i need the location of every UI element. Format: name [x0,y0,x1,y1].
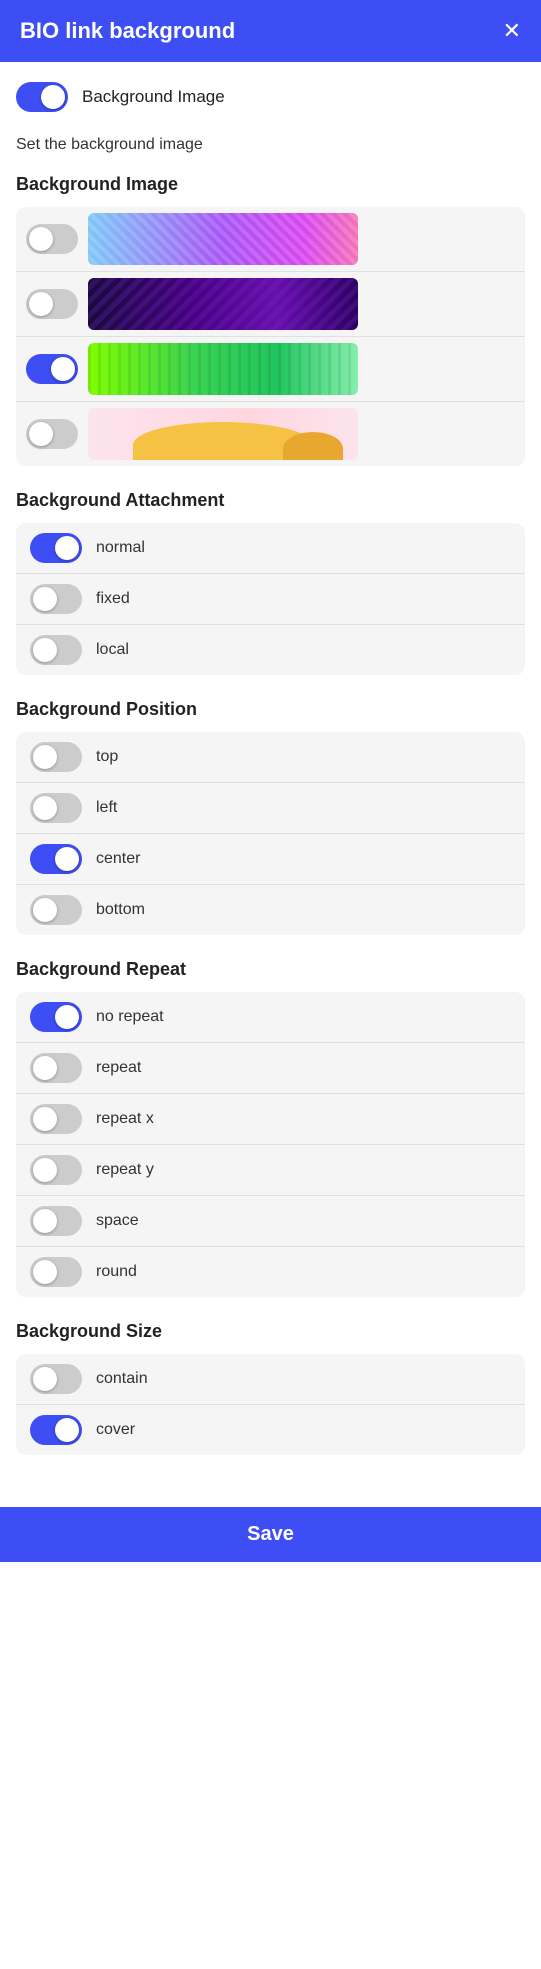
image-preview-1 [88,213,358,265]
background-repeat-heading: Background Repeat [16,959,525,980]
background-position-group: top left center bottom [16,732,525,935]
section-subtitle: Set the background image [16,136,525,154]
background-image-heading: Background Image [16,174,525,195]
repeat-space-label: space [96,1212,139,1230]
background-size-heading: Background Size [16,1321,525,1342]
page-title: BIO link background [20,18,235,44]
image-options-group [16,207,525,466]
image-option-3[interactable] [16,337,525,402]
repeat-round-toggle[interactable] [30,1257,82,1287]
image-1-toggle[interactable] [26,224,78,254]
background-size-group: contain cover [16,1354,525,1455]
position-option-bottom[interactable]: bottom [16,885,525,935]
position-top-label: top [96,748,118,766]
position-left-label: left [96,799,117,817]
attachment-local-toggle[interactable] [30,635,82,665]
position-center-toggle[interactable] [30,844,82,874]
image-4-toggle[interactable] [26,419,78,449]
size-option-cover[interactable]: cover [16,1405,525,1455]
repeat-repeat-y-toggle[interactable] [30,1155,82,1185]
attachment-fixed-label: fixed [96,590,130,608]
repeat-no-repeat-toggle[interactable] [30,1002,82,1032]
repeat-repeat-toggle[interactable] [30,1053,82,1083]
save-bar: Save [0,1507,541,1562]
position-option-top[interactable]: top [16,732,525,783]
image-preview-4 [88,408,358,460]
repeat-repeat-x-label: repeat x [96,1110,154,1128]
size-option-contain[interactable]: contain [16,1354,525,1405]
attachment-option-local[interactable]: local [16,625,525,675]
image-option-2[interactable] [16,272,525,337]
background-image-toggle-label: Background Image [82,87,225,107]
image-3-toggle[interactable] [26,354,78,384]
attachment-fixed-toggle[interactable] [30,584,82,614]
position-center-label: center [96,850,140,868]
size-cover-label: cover [96,1421,135,1439]
attachment-normal-toggle[interactable] [30,533,82,563]
background-attachment-heading: Background Attachment [16,490,525,511]
repeat-no-repeat-label: no repeat [96,1008,164,1026]
background-image-toggle-row: Background Image [16,82,525,112]
image-preview-2 [88,278,358,330]
repeat-space-toggle[interactable] [30,1206,82,1236]
repeat-repeat-x-toggle[interactable] [30,1104,82,1134]
repeat-repeat-label: repeat [96,1059,141,1077]
position-left-toggle[interactable] [30,793,82,823]
size-contain-label: contain [96,1370,148,1388]
position-top-toggle[interactable] [30,742,82,772]
repeat-option-repeat-y[interactable]: repeat y [16,1145,525,1196]
repeat-option-no-repeat[interactable]: no repeat [16,992,525,1043]
position-option-center[interactable]: center [16,834,525,885]
background-repeat-group: no repeat repeat repeat x repeat y space [16,992,525,1297]
attachment-option-fixed[interactable]: fixed [16,574,525,625]
image-option-1[interactable] [16,207,525,272]
image-option-4[interactable] [16,402,525,466]
image-preview-3 [88,343,358,395]
repeat-option-repeat-x[interactable]: repeat x [16,1094,525,1145]
repeat-option-round[interactable]: round [16,1247,525,1297]
attachment-normal-label: normal [96,539,145,557]
repeat-option-repeat[interactable]: repeat [16,1043,525,1094]
attachment-local-label: local [96,641,129,659]
size-contain-toggle[interactable] [30,1364,82,1394]
header: BIO link background ✕ [0,0,541,62]
img-4-shape [133,422,313,460]
size-cover-toggle[interactable] [30,1415,82,1445]
image-2-toggle[interactable] [26,289,78,319]
repeat-option-space[interactable]: space [16,1196,525,1247]
attachment-option-normal[interactable]: normal [16,523,525,574]
save-button[interactable]: Save [16,1523,525,1546]
background-position-heading: Background Position [16,699,525,720]
position-bottom-label: bottom [96,901,145,919]
background-image-toggle[interactable] [16,82,68,112]
main-content: Background Image Set the background imag… [0,62,541,1499]
repeat-repeat-y-label: repeat y [96,1161,154,1179]
close-button[interactable]: ✕ [503,20,521,42]
background-attachment-group: normal fixed local [16,523,525,675]
repeat-round-label: round [96,1263,137,1281]
position-option-left[interactable]: left [16,783,525,834]
position-bottom-toggle[interactable] [30,895,82,925]
